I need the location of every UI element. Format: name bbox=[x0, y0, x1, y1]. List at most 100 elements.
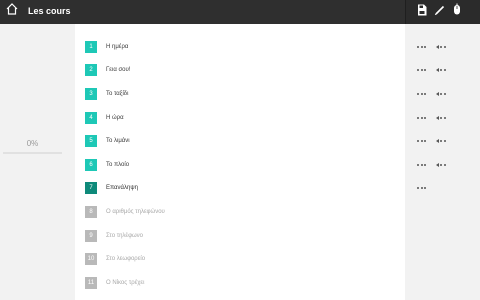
lesson-number-badge: 7 bbox=[85, 182, 97, 195]
lesson-title: Το πλοίο bbox=[106, 161, 130, 168]
lesson-item: 11 Ο Νίκος τρέχει bbox=[85, 271, 165, 295]
dot-icon bbox=[420, 92, 423, 95]
dot-icon bbox=[420, 187, 423, 190]
lesson-number-badge: 9 bbox=[85, 229, 97, 242]
play-sequence-button[interactable] bbox=[435, 115, 448, 120]
mouse-button[interactable] bbox=[450, 3, 464, 21]
controls-panel bbox=[405, 24, 480, 300]
dot-icon bbox=[440, 69, 442, 72]
more-options-button[interactable] bbox=[417, 92, 428, 95]
play-sequence-button[interactable] bbox=[435, 162, 448, 167]
row-controls bbox=[417, 35, 447, 200]
dot-icon bbox=[417, 45, 419, 48]
lesson-item: 9 Στο τηλέφωνο bbox=[85, 224, 165, 248]
arrow-left-icon bbox=[435, 91, 439, 96]
progress-bar bbox=[3, 152, 62, 154]
more-options-button[interactable] bbox=[417, 187, 428, 190]
lesson-item[interactable]: 1 Η ημέρα bbox=[85, 35, 165, 59]
lesson-number-badge: 5 bbox=[85, 135, 97, 148]
lesson-number-badge: 4 bbox=[85, 111, 97, 124]
dot-icon bbox=[440, 163, 442, 166]
lesson-item[interactable]: 5 Το λιμάνι bbox=[85, 129, 165, 153]
lesson-title: Ο αριθμός τηλεφώνου bbox=[106, 208, 165, 215]
dot-icon bbox=[443, 163, 446, 166]
play-sequence-button[interactable] bbox=[435, 139, 448, 144]
more-options-button[interactable] bbox=[417, 45, 428, 48]
play-sequence-button[interactable] bbox=[435, 68, 448, 73]
lesson-title: Το ταξίδι bbox=[106, 90, 129, 97]
lesson-item[interactable]: 3 Το ταξίδι bbox=[85, 82, 165, 106]
dot-icon bbox=[417, 116, 419, 119]
dot-icon bbox=[440, 45, 442, 48]
row-control bbox=[417, 106, 447, 130]
lesson-title: Η ώρα bbox=[106, 114, 124, 121]
dot-icon bbox=[424, 45, 426, 48]
arrow-left-icon bbox=[435, 68, 439, 73]
toolbar bbox=[405, 0, 480, 24]
dot-icon bbox=[443, 92, 446, 95]
dot-icon bbox=[417, 187, 419, 190]
lesson-item[interactable]: 6 Το πλοίο bbox=[85, 153, 165, 177]
arrow-left-icon bbox=[435, 162, 439, 167]
save-icon bbox=[417, 3, 427, 21]
dot-icon bbox=[420, 116, 423, 119]
play-sequence-button[interactable] bbox=[435, 91, 448, 96]
dot-icon bbox=[417, 69, 419, 72]
arrow-left-icon bbox=[435, 139, 439, 144]
lesson-number-badge: 2 bbox=[85, 64, 97, 77]
more-options-button[interactable] bbox=[417, 69, 428, 72]
dot-icon bbox=[420, 140, 423, 143]
dot-icon bbox=[440, 140, 442, 143]
mouse-icon bbox=[452, 3, 462, 21]
dot-icon bbox=[417, 140, 419, 143]
lesson-title: Επανάληψη bbox=[106, 185, 138, 192]
lesson-title: Στο τηλέφωνο bbox=[106, 232, 144, 239]
dot-icon bbox=[440, 116, 442, 119]
lesson-item[interactable]: 7 Επανάληψη bbox=[85, 177, 165, 201]
dot-icon bbox=[424, 92, 426, 95]
lesson-panel: 1 Η ημέρα 2 Γεια σου! 3 Το ταξίδι 4 Η ώρα 5 Το λι… bbox=[75, 24, 405, 300]
dot-icon bbox=[443, 69, 446, 72]
dot-icon bbox=[417, 163, 419, 166]
play-sequence-button[interactable] bbox=[435, 44, 448, 49]
progress-panel: 0% bbox=[0, 24, 75, 300]
lesson-number-badge: 10 bbox=[85, 253, 97, 266]
more-options-button[interactable] bbox=[417, 140, 428, 143]
save-button[interactable] bbox=[415, 4, 429, 20]
row-control bbox=[417, 153, 447, 177]
pencil-button[interactable] bbox=[433, 4, 447, 20]
dot-icon bbox=[424, 116, 426, 119]
home-button[interactable] bbox=[4, 3, 20, 20]
lesson-number-badge: 3 bbox=[85, 87, 97, 100]
row-control bbox=[417, 177, 447, 201]
lesson-item[interactable]: 4 Η ώρα bbox=[85, 106, 165, 130]
row-control bbox=[417, 59, 447, 83]
top-bar: Les cours bbox=[0, 0, 480, 24]
dot-icon bbox=[440, 92, 442, 95]
lesson-title: Στο λεωφορείο bbox=[106, 256, 146, 263]
more-options-button[interactable] bbox=[417, 163, 428, 166]
lesson-title: Γεια σου! bbox=[106, 67, 131, 74]
progress-label: 0% bbox=[26, 139, 39, 148]
pencil-icon bbox=[434, 3, 446, 21]
dot-icon bbox=[424, 163, 426, 166]
dot-icon bbox=[424, 187, 426, 190]
home-icon bbox=[5, 2, 19, 21]
dot-icon bbox=[443, 116, 446, 119]
lesson-number-badge: 6 bbox=[85, 158, 97, 171]
lesson-item: 8 Ο αριθμός τηλεφώνου bbox=[85, 200, 165, 224]
dot-icon bbox=[443, 140, 446, 143]
page-title: Les cours bbox=[28, 6, 71, 16]
lesson-title: Η ημέρα bbox=[106, 43, 129, 50]
more-options-button[interactable] bbox=[417, 116, 428, 119]
lesson-item[interactable]: 2 Γεια σου! bbox=[85, 59, 165, 83]
arrow-left-icon bbox=[435, 115, 439, 120]
dot-icon bbox=[420, 45, 423, 48]
lesson-item: 10 Στο λεωφορείο bbox=[85, 247, 165, 271]
lesson-title: Το λιμάνι bbox=[106, 138, 130, 145]
lesson-number-badge: 8 bbox=[85, 205, 97, 218]
dot-icon bbox=[417, 92, 419, 95]
row-control bbox=[417, 129, 447, 153]
lesson-list: 1 Η ημέρα 2 Γεια σου! 3 Το ταξίδι 4 Η ώρα 5 Το λι… bbox=[85, 35, 165, 295]
dot-icon bbox=[420, 163, 423, 166]
